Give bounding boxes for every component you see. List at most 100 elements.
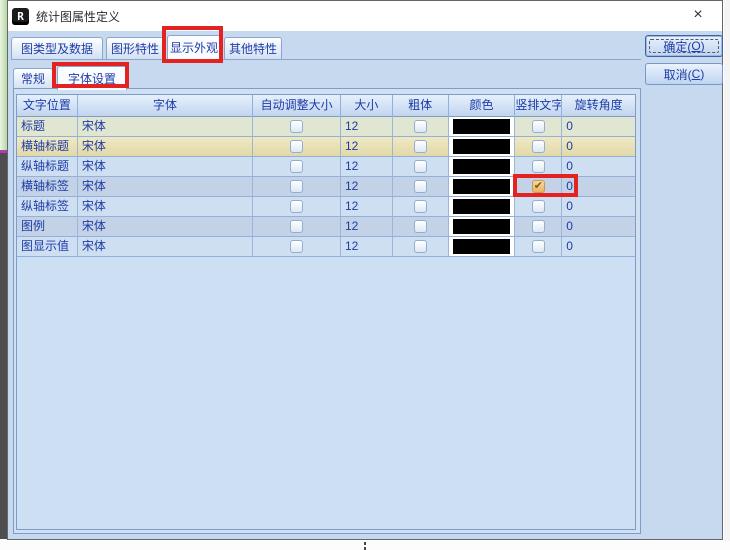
table-row: 横轴标题 宋体 12 0 [17, 137, 635, 157]
tab-other-properties[interactable]: 其他特性 [224, 37, 282, 59]
auto-size-checkbox[interactable] [290, 140, 304, 153]
background-artifact [364, 542, 366, 545]
main-tab-bar: 图类型及数据 图形特性 显示外观 其他特性 [11, 33, 641, 60]
table-row: 纵轴标签 宋体 12 0 [17, 197, 635, 217]
bold-checkbox[interactable] [413, 220, 427, 233]
font-name-cell[interactable]: 宋体 [77, 197, 254, 217]
focus-ring [649, 39, 719, 53]
vertical-text-checkbox[interactable] [531, 220, 545, 233]
color-cell[interactable] [448, 197, 516, 217]
bold-checkbox[interactable] [413, 200, 427, 213]
font-size-cell[interactable]: 12 [340, 157, 393, 177]
column-header-bold: 粗体 [393, 95, 449, 117]
table-row: 图显示值 宋体 12 0 [17, 237, 635, 257]
row-label-text-position: 图例 [17, 217, 78, 237]
auto-size-cell [253, 197, 341, 217]
desktop-edge-gray [0, 153, 7, 539]
rotation-angle-cell[interactable]: 0 [562, 137, 635, 157]
window-title: 统计图属性定义 [36, 9, 121, 24]
row-label-text-position: 标题 [17, 117, 78, 137]
column-header-auto-size: 自动调整大小 [253, 95, 341, 117]
vertical-text-cell [515, 237, 563, 257]
cancel-button-label-close: ) [700, 67, 705, 81]
vertical-text-cell [515, 217, 563, 237]
auto-size-checkbox[interactable] [290, 180, 304, 193]
vertical-text-cell [515, 197, 563, 217]
rotation-angle-cell[interactable]: 0 [562, 197, 635, 217]
vertical-text-checkbox[interactable] [531, 240, 545, 253]
table-row: 标题 宋体 12 0 [17, 117, 635, 137]
annotation-box-font-settings-subtab [52, 62, 129, 88]
color-cell[interactable] [448, 137, 516, 157]
bold-cell [392, 117, 449, 137]
vertical-text-checkbox[interactable] [531, 140, 545, 153]
font-size-cell[interactable]: 12 [340, 197, 393, 217]
font-name-cell[interactable]: 宋体 [77, 177, 254, 197]
font-size-cell[interactable]: 12 [340, 177, 393, 197]
auto-size-checkbox[interactable] [290, 200, 304, 213]
tab-graph-properties[interactable]: 图形特性 [106, 37, 164, 59]
bold-checkbox[interactable] [413, 240, 427, 253]
title-bar: R 统计图属性定义 × [8, 1, 722, 31]
color-cell[interactable] [448, 157, 516, 177]
row-label-text-position: 纵轴标签 [17, 197, 78, 217]
bold-cell [392, 237, 449, 257]
auto-size-checkbox[interactable] [290, 240, 304, 253]
color-cell[interactable] [448, 117, 516, 137]
auto-size-checkbox[interactable] [290, 220, 304, 233]
desktop-edge-green [0, 0, 7, 150]
row-label-text-position: 图显示值 [17, 237, 78, 257]
column-header-size: 大小 [341, 95, 393, 117]
color-swatch[interactable] [452, 239, 511, 254]
font-size-cell[interactable]: 12 [340, 137, 393, 157]
font-size-cell[interactable]: 12 [340, 237, 393, 257]
color-cell[interactable] [448, 217, 516, 237]
color-swatch[interactable] [452, 219, 511, 234]
color-cell[interactable] [448, 237, 516, 257]
vertical-text-cell [515, 137, 563, 157]
close-icon[interactable]: × [688, 5, 708, 25]
vertical-text-checkbox[interactable] [531, 200, 545, 213]
font-size-cell[interactable]: 12 [340, 117, 393, 137]
color-swatch[interactable] [452, 179, 511, 194]
font-size-cell[interactable]: 12 [340, 217, 393, 237]
subtab-general[interactable]: 常规 [13, 68, 53, 89]
column-header-rotation-angle: 旋转角度 [574, 98, 623, 112]
bold-cell [392, 217, 449, 237]
cancel-button-label: 取消( [663, 67, 692, 82]
annotation-box-display-appearance-tab [162, 26, 223, 63]
font-name-cell[interactable]: 宋体 [77, 237, 254, 257]
auto-size-checkbox[interactable] [290, 120, 304, 133]
cancel-button[interactable]: 取消(C) [645, 63, 723, 85]
color-swatch[interactable] [452, 199, 511, 214]
auto-size-checkbox[interactable] [290, 160, 304, 173]
app-icon: R [12, 7, 29, 25]
rotation-angle-cell[interactable]: 0 [562, 217, 635, 237]
color-swatch[interactable] [452, 119, 511, 134]
rotation-angle-cell[interactable]: 0 [562, 117, 635, 137]
tab-chart-type-data[interactable]: 图类型及数据 [11, 37, 103, 59]
annotation-box-vertical-text-checkbox [513, 174, 578, 197]
bold-cell [392, 197, 449, 217]
rotation-angle-cell[interactable]: 0 [562, 237, 635, 257]
auto-size-cell [253, 137, 341, 157]
vertical-text-checkbox[interactable] [531, 160, 545, 173]
color-swatch[interactable] [452, 139, 511, 154]
color-cell[interactable] [448, 177, 516, 197]
bold-checkbox[interactable] [413, 180, 427, 193]
color-swatch[interactable] [452, 159, 511, 174]
bold-checkbox[interactable] [413, 140, 427, 153]
font-name-cell[interactable]: 宋体 [77, 137, 254, 157]
vertical-text-checkbox[interactable] [531, 120, 545, 133]
auto-size-cell [253, 157, 341, 177]
font-name-cell[interactable]: 宋体 [77, 157, 254, 177]
auto-size-cell [253, 117, 341, 137]
bold-cell [392, 157, 449, 177]
bold-checkbox[interactable] [413, 120, 427, 133]
ok-button[interactable]: 确定(O) [645, 35, 723, 57]
font-name-cell[interactable]: 宋体 [77, 117, 254, 137]
column-header-text-position: 文字位置 [17, 95, 78, 117]
bold-checkbox[interactable] [413, 160, 427, 173]
font-name-cell[interactable]: 宋体 [77, 217, 254, 237]
bold-cell [392, 137, 449, 157]
